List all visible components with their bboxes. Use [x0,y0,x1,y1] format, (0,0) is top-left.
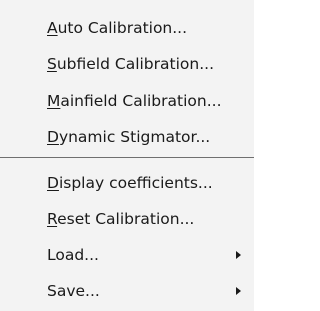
menu-item-reset-calibration[interactable]: Reset Calibration... [0,203,254,235]
menu-item-display-coefficients[interactable]: Display coefficients... [0,167,254,199]
menu-item-subfield-calibration[interactable]: Subfield Calibration... [0,48,254,80]
menu-item-label: Subfield Calibration... [47,55,214,73]
menu-item-label: Auto Calibration... [47,19,188,37]
menu-item-load[interactable]: Load... [0,239,254,271]
menu-item-label: Load... [47,246,99,264]
menu-item-label: Mainfield Calibration... [47,92,222,110]
menu-item-dynamic-stigmator[interactable]: Dynamic Stigmator... [0,121,254,153]
submenu-arrow-icon [236,287,241,295]
submenu-arrow-icon [236,251,241,259]
menu-separator [0,157,254,158]
menu-item-label: Reset Calibration... [47,210,195,228]
menu-item-save[interactable]: Save... [0,275,254,307]
menu-item-auto-calibration[interactable]: Auto Calibration... [0,12,254,44]
menu-item-label: Display coefficients... [47,174,213,192]
menu-item-label: Dynamic Stigmator... [47,128,211,146]
calibration-menu: Auto Calibration... Subfield Calibration… [0,0,254,311]
menu-item-label: Save... [47,282,100,300]
menu-item-mainfield-calibration[interactable]: Mainfield Calibration... [0,85,254,117]
